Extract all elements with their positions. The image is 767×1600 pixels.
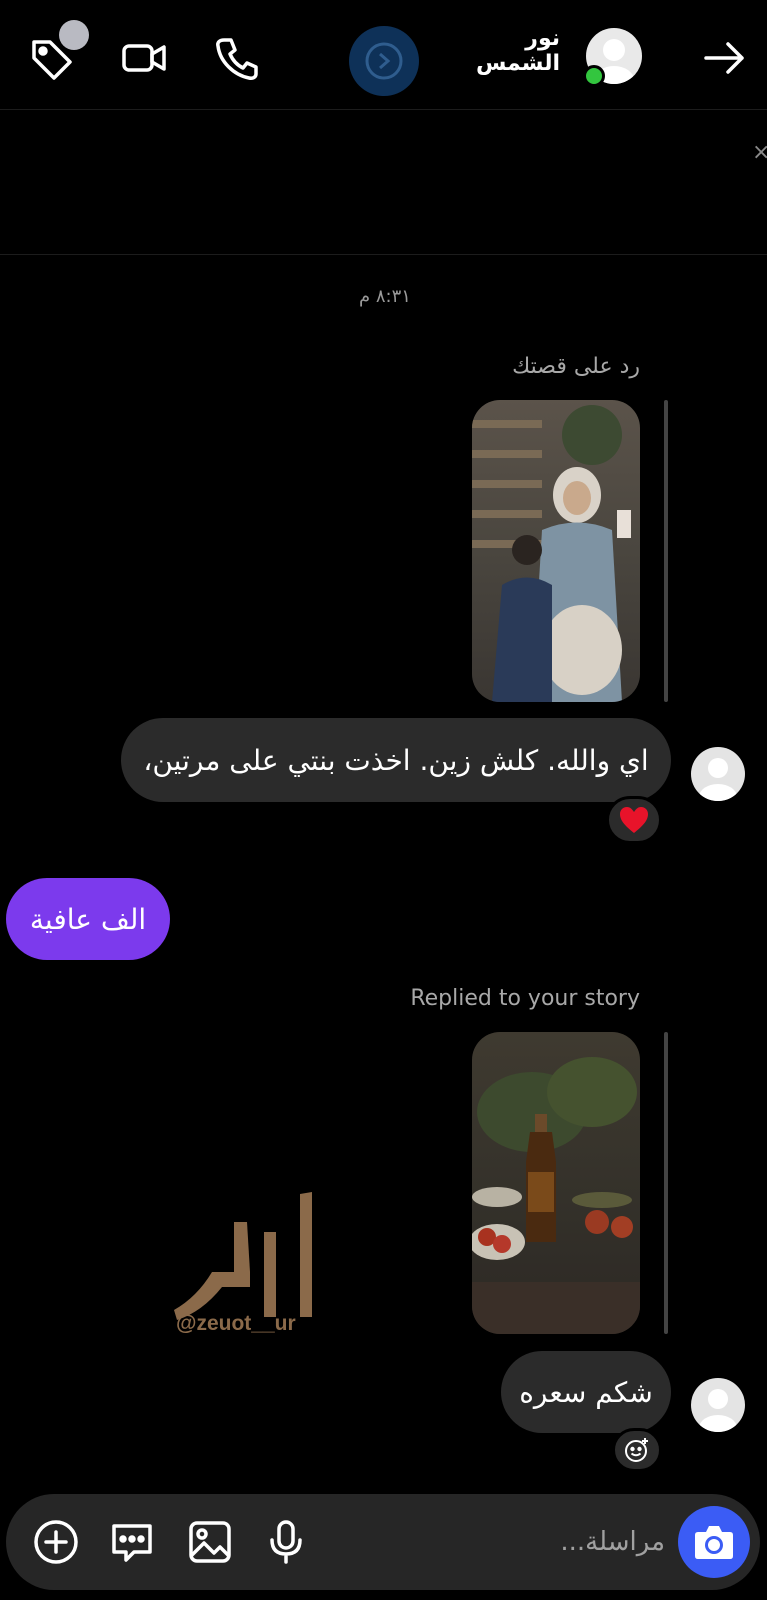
vanish-mode-icon[interactable] xyxy=(349,26,419,96)
watermark-handle: @zeuot__ur xyxy=(176,1312,296,1335)
camera-icon xyxy=(695,1526,733,1559)
outgoing-message[interactable]: الف عافية xyxy=(6,878,170,960)
back-arrow-icon[interactable] xyxy=(696,30,752,86)
contact-name[interactable]: نور الشمس xyxy=(440,26,560,76)
story-thumbnail[interactable] xyxy=(472,400,640,702)
sender-avatar[interactable] xyxy=(691,1378,745,1432)
sticker-icon[interactable] xyxy=(106,1516,158,1568)
incoming-message[interactable]: اي والله. كلش زين. اخذت بنتي على مرتين، xyxy=(121,718,671,802)
camera-button[interactable] xyxy=(678,1506,750,1578)
heart-reaction[interactable] xyxy=(606,796,662,844)
heart-icon xyxy=(620,807,648,833)
online-status-dot xyxy=(583,65,605,87)
add-reaction-icon xyxy=(625,1438,648,1462)
reply-indicator-bar xyxy=(664,400,668,702)
notification-badge xyxy=(59,20,89,50)
plus-icon[interactable] xyxy=(30,1516,82,1568)
microphone-icon[interactable] xyxy=(260,1516,312,1568)
phone-icon[interactable] xyxy=(208,30,264,86)
story-reply-label: Replied to your story xyxy=(410,986,640,1011)
story-thumbnail[interactable] xyxy=(472,1032,640,1334)
divider xyxy=(0,254,767,255)
chat-header: نور الشمس xyxy=(0,0,767,110)
incoming-message[interactable]: شكم سعره xyxy=(501,1351,671,1433)
add-reaction-button[interactable] xyxy=(612,1428,662,1472)
message-input[interactable] xyxy=(325,1518,665,1566)
message-timestamp: ٨:٣١ م xyxy=(359,286,411,307)
video-call-icon[interactable] xyxy=(116,30,172,86)
sender-avatar[interactable] xyxy=(691,747,745,801)
reply-indicator-bar xyxy=(664,1032,668,1334)
story-reply-label: رد على قصتك xyxy=(512,354,640,379)
close-icon[interactable]: × xyxy=(752,140,767,165)
gallery-icon[interactable] xyxy=(184,1516,236,1568)
